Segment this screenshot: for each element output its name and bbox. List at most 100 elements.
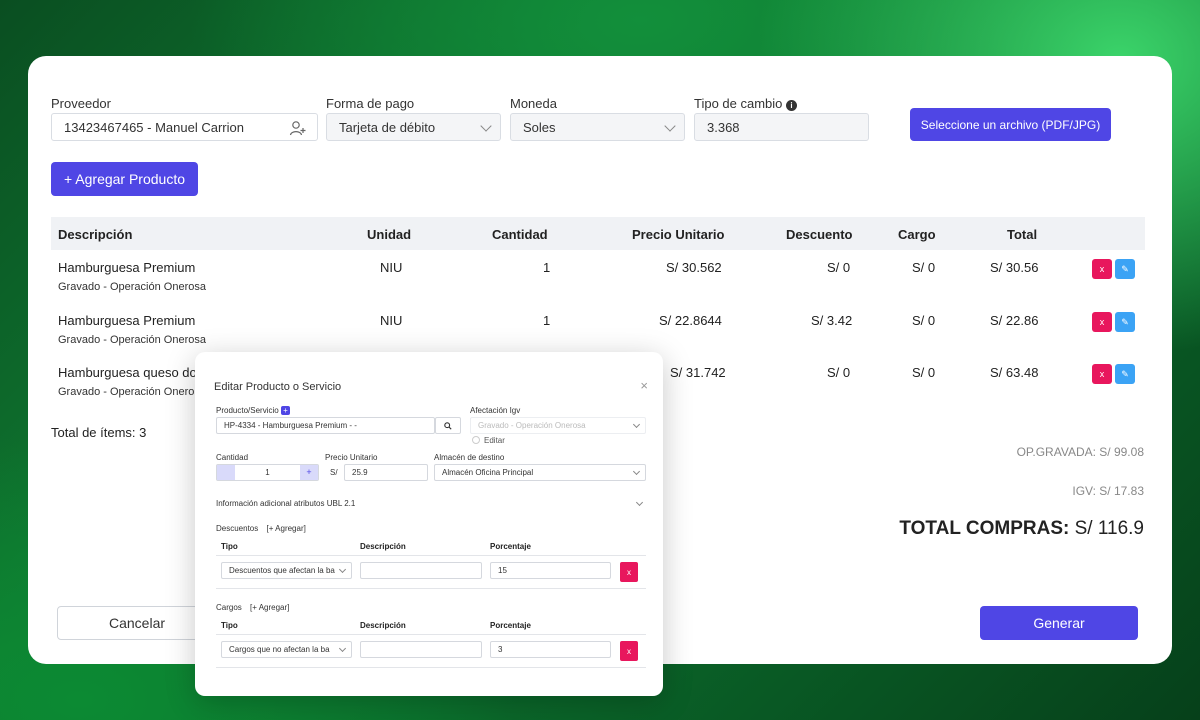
row-price: S/ 31.742 [670,365,726,380]
descuento-porcentaje-input[interactable]: 15 [490,562,611,579]
info-icon[interactable]: i [786,100,798,111]
producto-select[interactable]: HP-4334 - Hamburguesa Premium - - [216,417,435,434]
chevron-down-icon [338,644,347,653]
precio-currency: S/ [330,468,338,477]
info-adicional-toggle[interactable]: Información adicional atributos UBL 2.1 [216,498,646,513]
chevron-down-icon [635,498,644,507]
delete-row-button[interactable]: x [1092,259,1112,279]
cargo-descripcion-input[interactable] [360,641,482,658]
row-charge: S/ 0 [912,365,936,380]
forma-pago-value: Tarjeta de débito [339,119,436,135]
cargo-tipo-select[interactable]: Cargos que no afectan la ba [221,641,352,658]
edit-row-button[interactable]: ✎ [1115,364,1135,384]
row-product-name: Hamburguesa Premium [58,313,196,328]
cantidad-stepper[interactable]: 1 + [216,464,319,481]
edit-row-button[interactable]: ✎ [1115,259,1135,279]
plus-icon[interactable]: + [300,465,318,480]
remove-descuento-button[interactable]: x [620,562,638,582]
search-icon [444,421,452,430]
precio-value: 25.9 [352,468,368,477]
row-unit: NIU [380,260,403,275]
divider [216,555,646,556]
cargo-porcentaje-value: 3 [498,645,503,654]
row-discount: S/ 0 [827,260,851,275]
col-descuento: Descuento [786,227,853,242]
total-compras: TOTAL COMPRAS: S/ 116.9 [899,518,1144,540]
cargos-label: Cargos [216,603,242,612]
almacen-value: Almacén Oficina Principal [442,468,534,477]
row-price: S/ 30.562 [666,260,722,275]
descuentos-col-descripcion: Descripción [360,542,406,551]
cargo-porcentaje-input[interactable]: 3 [490,641,611,658]
descuento-tipo-select[interactable]: Descuentos que afectan la ba [221,562,352,579]
row-total: S/ 22.86 [990,313,1039,328]
proveedor-label: Proveedor [51,96,111,111]
row-charge: S/ 0 [912,260,936,275]
descuento-descripcion-input[interactable] [360,562,482,579]
afectacion-select: Gravado - Operación Onerosa [470,417,646,434]
info-adicional-label: Información adicional atributos UBL 2.1 [216,499,356,508]
add-product-button[interactable]: + Agregar Producto [51,162,198,196]
col-cantidad: Cantidad [492,227,548,242]
almacen-label: Almacén de destino [434,453,505,462]
add-product-icon[interactable]: + [280,406,290,415]
chevron-down-icon [632,420,641,429]
tipo-cambio-label-text: Tipo de cambio [694,96,783,111]
row-product-name: Hamburguesa Premium [58,260,196,275]
descuentos-col-porcentaje: Porcentaje [490,542,531,551]
row-product-tax: Gravado - Operación Onerosa [58,334,206,346]
add-user-icon[interactable] [289,119,307,137]
divider [216,667,646,668]
forma-pago-select[interactable]: Tarjeta de débito [326,113,501,141]
precio-input[interactable]: 25.9 [344,464,428,481]
decrement-button[interactable] [217,465,235,480]
delete-row-button[interactable]: x [1092,312,1112,332]
op-gravada: OP.GRAVADA: S/ 99.08 [1016,445,1144,459]
col-unidad: Unidad [367,227,412,242]
col-descripcion: Descripción [58,227,133,242]
cargos-col-descripcion: Descripción [360,621,406,630]
cargos-section: Cargos [+ Agregar] [216,603,289,612]
select-file-button[interactable]: Seleccione un archivo (PDF/JPG) [910,108,1111,141]
descuento-tipo-value: Descuentos que afectan la ba [229,566,335,575]
col-precio-unitario: Precio Unitario [632,227,725,242]
delete-row-button[interactable]: x [1092,364,1112,384]
divider [216,588,646,589]
row-product-name: Hamburguesa queso do [58,365,197,380]
total-compras-value: S/ 116.9 [1074,518,1144,539]
editar-checkbox[interactable]: Editar [472,436,505,445]
afectacion-label: Afectación Igv [470,406,521,415]
almacen-select[interactable]: Almacén Oficina Principal [434,464,646,481]
cargos-col-porcentaje: Porcentaje [490,621,531,630]
row-total: S/ 63.48 [990,365,1039,380]
proveedor-value: 13423467465 - Manuel Carrion [64,119,244,135]
search-button[interactable] [435,417,461,434]
chevron-down-icon [664,120,676,132]
items-total: Total de ítems: 3 [51,425,147,440]
tipo-cambio-label: Tipo de cambio i [694,96,798,111]
col-cargo: Cargo [898,227,936,242]
chevron-down-icon [632,467,641,476]
remove-cargo-button[interactable]: x [620,641,638,661]
edit-row-button[interactable]: ✎ [1115,312,1135,332]
precio-label: Precio Unitario [325,453,378,462]
generate-button[interactable]: Generar [980,606,1138,640]
cancel-button[interactable]: Cancelar [57,606,217,640]
descuento-porcentaje-value: 15 [498,566,507,575]
add-cargo-link[interactable]: [+ Agregar] [250,603,289,612]
proveedor-field[interactable]: 13423467465 - Manuel Carrion [51,113,318,141]
moneda-select[interactable]: Soles [510,113,685,141]
tipo-cambio-input[interactable]: 3.368 [694,113,869,141]
cantidad-label: Cantidad [216,453,249,462]
close-icon[interactable]: × [640,378,648,393]
cargo-tipo-value: Cargos que no afectan la ba [229,645,330,654]
producto-value: HP-4334 - Hamburguesa Premium - - [224,421,357,430]
add-descuento-link[interactable]: [+ Agregar] [266,524,305,533]
producto-label: Producto/Servicio + [216,406,290,415]
row-total: S/ 30.56 [990,260,1039,275]
igv: IGV: S/ 17.83 [1072,484,1144,498]
checkbox-icon [472,436,480,444]
moneda-value: Soles [523,119,556,135]
afectacion-value: Gravado - Operación Onerosa [478,421,586,430]
moneda-label: Moneda [510,96,557,111]
